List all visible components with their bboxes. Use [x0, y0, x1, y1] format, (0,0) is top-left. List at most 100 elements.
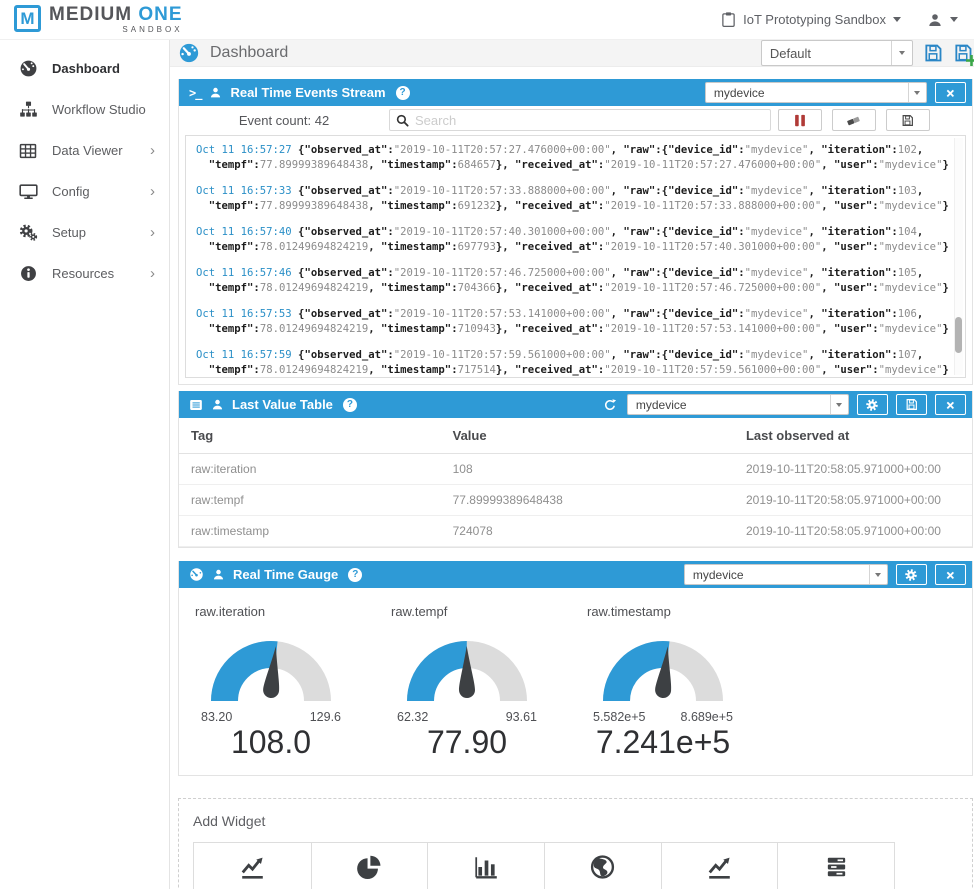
sitemap-icon: [18, 100, 38, 119]
close-widget-button[interactable]: ×: [935, 564, 966, 585]
gauge-value: 77.90: [391, 724, 543, 761]
add-widget-cards: Grouped Users Line Chart Grouped Users P…: [193, 842, 895, 889]
close-widget-button[interactable]: ×: [935, 82, 966, 103]
value-cell: 108: [441, 454, 734, 485]
widget-option-single-cross-filter-chart[interactable]: Single User Cross Filter Chart: [777, 843, 894, 889]
bar-chart-icon: [432, 854, 540, 880]
value-cell: 77.89999389648438: [441, 485, 734, 516]
column-header-last-observed: Last observed at: [734, 418, 972, 454]
gauge-max: 129.6: [310, 710, 341, 724]
sidebar-item-workflow-studio[interactable]: Workflow Studio: [0, 89, 169, 130]
user-icon: [211, 398, 224, 411]
gauge-value: 7.241e+5: [587, 724, 739, 761]
gauge-dial: [391, 625, 543, 709]
eraser-icon: [846, 114, 861, 127]
device-select-value: mydevice: [706, 86, 908, 100]
chevron-down-icon: [950, 17, 958, 22]
device-select[interactable]: mydevice: [627, 394, 849, 415]
save-icon: [905, 398, 918, 411]
user-menu[interactable]: [927, 12, 958, 28]
sidebar-item-dashboard[interactable]: Dashboard: [0, 48, 169, 89]
scrollbar-track[interactable]: [954, 138, 963, 375]
user-icon: [209, 86, 222, 99]
gauge: raw.iteration 83.20 129.6 108.0: [195, 604, 347, 761]
user-icon: [927, 12, 943, 28]
gauge-label: raw.tempf: [391, 604, 543, 619]
brand-primary: MEDIUM: [49, 4, 132, 25]
list-icon: [189, 398, 203, 412]
widget-option-grouped-bar-chart[interactable]: Grouped Users Bar Chart: [427, 843, 544, 889]
device-select[interactable]: mydevice: [705, 82, 927, 103]
workspace-selector[interactable]: IoT Prototyping Sandbox: [721, 11, 901, 28]
sidebar-item-label: Setup: [52, 225, 86, 240]
gauge: raw.tempf 62.32 93.61 77.90: [391, 604, 543, 761]
user-icon: [212, 568, 225, 581]
clear-stream-button[interactable]: [832, 109, 876, 131]
scrollbar-thumb[interactable]: [955, 317, 962, 353]
help-icon[interactable]: ?: [396, 86, 410, 100]
pause-stream-button[interactable]: [778, 109, 822, 131]
help-icon[interactable]: ?: [343, 398, 357, 412]
chevron-down-icon: [893, 17, 901, 22]
line-chart-icon: [198, 854, 307, 880]
close-widget-button[interactable]: ×: [935, 394, 966, 415]
info-icon: [18, 265, 38, 282]
table-icon: [18, 142, 38, 160]
sidebar-item-config[interactable]: Config ›: [0, 171, 169, 212]
last-value-table: Tag Value Last observed at raw:iteration…: [179, 418, 972, 547]
events-stream-panel: >_ Real Time Events Stream ? mydevice ×: [178, 79, 973, 385]
sidebar-item-resources[interactable]: Resources ›: [0, 253, 169, 294]
gauge-min: 62.32: [397, 710, 428, 724]
value-cell: 724078: [441, 516, 734, 547]
real-time-gauge-header: Real Time Gauge ? mydevice ×: [179, 561, 972, 588]
chevron-right-icon: ›: [150, 142, 155, 159]
widget-option-grouped-geopoint-chart[interactable]: Grouped Users GeoPoint Chart: [544, 843, 661, 889]
widget-option-grouped-line-chart[interactable]: Grouped Users Line Chart: [194, 843, 311, 889]
pause-icon: [794, 114, 806, 127]
widget-option-single-line-chart[interactable]: Single User Line Chart: [661, 843, 778, 889]
gauge-row: raw.iteration 83.20 129.6 108.0: [179, 588, 972, 775]
sidebar-item-label: Dashboard: [52, 61, 120, 76]
save-as-new-dashboard-button[interactable]: [953, 43, 973, 63]
clipboard-icon: [721, 11, 736, 28]
chevron-right-icon: ›: [150, 183, 155, 200]
gauge-max: 8.689e+5: [681, 710, 733, 724]
gauge-icon: [18, 59, 38, 78]
save-stream-button[interactable]: [886, 109, 930, 131]
page-title: Dashboard: [210, 44, 288, 62]
widget-settings-button[interactable]: [896, 564, 927, 585]
last-observed-cell: 2019-10-11T20:58:05.971000+00:00: [734, 454, 972, 485]
save-widget-button[interactable]: [896, 394, 927, 415]
plus-icon: [966, 55, 974, 66]
widget-option-grouped-pie-chart[interactable]: Grouped Users Pie Chart: [311, 843, 428, 889]
line-chart-icon: [666, 854, 774, 880]
events-toolbar: Event count: 42: [179, 106, 972, 134]
chevron-down-icon: [891, 41, 912, 65]
events-stream-header: >_ Real Time Events Stream ? mydevice ×: [179, 79, 972, 106]
sidebar: Dashboard Workflow Studio Data Viewer › …: [0, 40, 170, 889]
sidebar-item-label: Workflow Studio: [52, 102, 146, 117]
globe-icon: [549, 854, 657, 880]
search-input[interactable]: [415, 113, 764, 128]
dashboard-preset-select[interactable]: Default: [761, 40, 913, 66]
sidebar-item-data-viewer[interactable]: Data Viewer ›: [0, 130, 169, 171]
sidebar-item-label: Resources: [52, 266, 114, 281]
sidebar-item-setup[interactable]: Setup ›: [0, 212, 169, 253]
event-log-entry: Oct 11 16:57:59 {"observed_at":"2019-10-…: [196, 348, 949, 378]
gauge-label: raw.iteration: [195, 604, 347, 619]
refresh-icon[interactable]: [603, 398, 617, 412]
page-header: Dashboard Default: [170, 40, 974, 67]
pie-chart-icon: [316, 854, 424, 880]
search-box: [389, 109, 771, 131]
save-icon: [901, 114, 914, 127]
widget-settings-button[interactable]: [857, 394, 888, 415]
save-dashboard-button[interactable]: [923, 43, 943, 63]
gears-icon: [18, 223, 38, 242]
table-row: raw:iteration 108 2019-10-11T20:58:05.97…: [179, 454, 972, 485]
chevron-down-icon: [830, 395, 848, 414]
event-log[interactable]: Oct 11 16:57:27 {"observed_at":"2019-10-…: [185, 135, 966, 378]
device-select[interactable]: mydevice: [684, 564, 888, 585]
gear-icon: [865, 398, 879, 412]
terminal-icon: >_: [189, 86, 201, 100]
help-icon[interactable]: ?: [348, 568, 362, 582]
